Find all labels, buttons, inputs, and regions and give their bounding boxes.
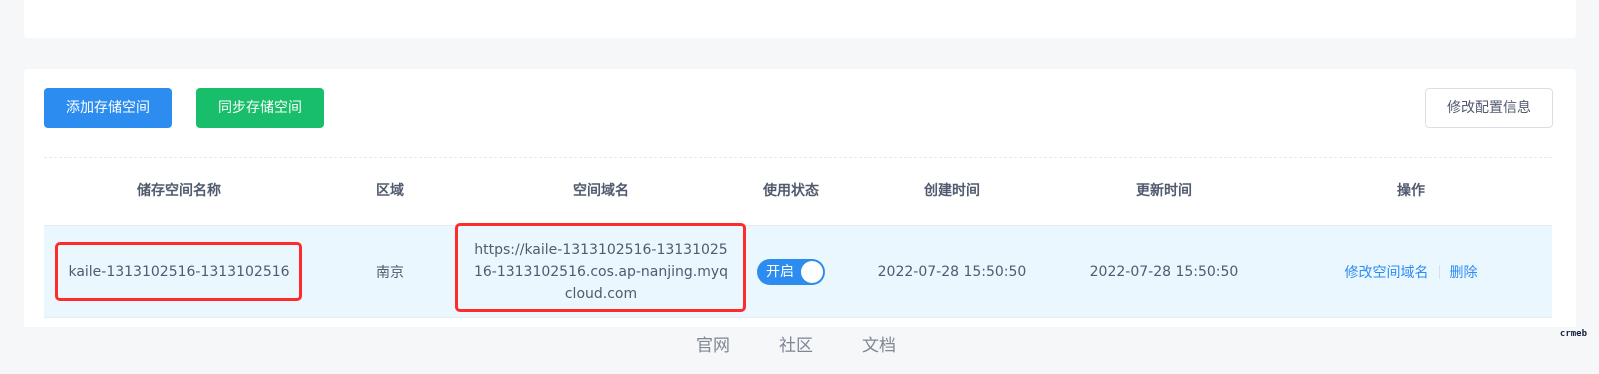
sync-storage-button[interactable]: 同步存储空间: [196, 88, 324, 128]
column-header-region: 区域: [376, 183, 404, 199]
brand-logo: crmeb: [1559, 329, 1587, 339]
highlight-box-name: [55, 242, 302, 301]
column-header-name: 储存空间名称: [137, 183, 221, 199]
footer-link-official-site[interactable]: 官网: [696, 332, 730, 360]
updated-time-text: 2022-07-28 15:50:50: [1089, 263, 1239, 280]
cell-created: 2022-07-28 15:50:50: [846, 226, 1058, 317]
footer-link-docs[interactable]: 文档: [862, 332, 896, 360]
delete-link[interactable]: 删除: [1450, 262, 1478, 282]
column-header-updated: 更新时间: [1136, 183, 1192, 199]
created-time-text: 2022-07-28 15:50:50: [877, 263, 1027, 280]
action-separator: [1438, 264, 1440, 279]
top-card: [24, 0, 1576, 38]
add-storage-button[interactable]: 添加存储空间: [44, 88, 172, 128]
edit-domain-link[interactable]: 修改空间域名: [1345, 262, 1429, 282]
footer: 官网 社区 文档: [0, 332, 1599, 360]
cell-status: 开启: [736, 226, 846, 317]
column-header-created: 创建时间: [924, 183, 980, 199]
cell-region: 南京: [314, 226, 466, 317]
edit-config-button[interactable]: 修改配置信息: [1425, 88, 1553, 128]
status-toggle[interactable]: 开启: [757, 258, 825, 285]
cell-updated: 2022-07-28 15:50:50: [1058, 226, 1270, 317]
region-text: 南京: [376, 264, 404, 281]
column-header-actions: 操作: [1397, 183, 1425, 199]
highlight-box-domain: [455, 223, 746, 312]
toggle-knob: [801, 260, 823, 283]
status-toggle-label: 开启: [766, 263, 794, 280]
cell-actions: 修改空间域名 删除: [1270, 226, 1552, 317]
column-header-status: 使用状态: [763, 183, 819, 199]
storage-table: 储存空间名称 区域 空间域名 使用状态 创建时间 更新时间 操作 kaile-1…: [44, 158, 1552, 318]
table-header: 储存空间名称 区域 空间域名 使用状态 创建时间 更新时间 操作: [44, 158, 1552, 225]
column-header-domain: 空间域名: [573, 183, 629, 199]
footer-link-community[interactable]: 社区: [779, 332, 813, 360]
